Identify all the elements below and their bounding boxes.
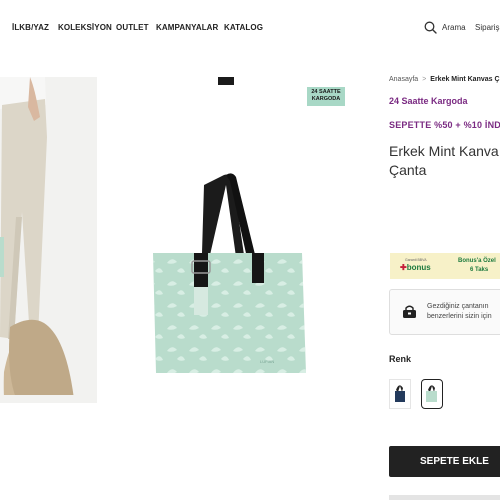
nav-item-outlet[interactable]: OUTLET bbox=[116, 23, 149, 32]
mint-bag-thumbnail bbox=[426, 385, 437, 402]
shopping-bag-icon bbox=[403, 305, 416, 318]
color-label: Renk bbox=[389, 354, 412, 364]
info-line-1: Gezdiğiniz çantanın bbox=[427, 303, 489, 310]
similar-products-text: Gezdiğiniz çantanın benzerlerini sizin i… bbox=[427, 302, 492, 322]
nav-item-campaigns[interactable]: KAMPANYALAR bbox=[156, 23, 218, 32]
bonus-bank-label: Garanti BBVA bbox=[405, 258, 427, 262]
product-title-line-2: Çanta bbox=[389, 162, 427, 178]
nav-item-catalog[interactable]: KATALOG bbox=[224, 23, 263, 32]
bonus-promo-banner[interactable]: Garanti BBVA ✚bonus Bonus'a Özel 6 Taks bbox=[390, 253, 500, 279]
shipping-note: 24 Saatte Kargoda bbox=[389, 96, 468, 106]
breadcrumb-home[interactable]: Anasayfa bbox=[389, 76, 418, 83]
search-button[interactable]: Arama bbox=[424, 20, 466, 34]
shipping-badge: 24 SAATTE KARGODA bbox=[307, 87, 345, 106]
search-label: Arama bbox=[442, 22, 466, 32]
add-to-cart-button[interactable]: SEPETE EKLE bbox=[389, 446, 500, 477]
promo-text-line-2: 6 Taks bbox=[470, 267, 489, 273]
color-swatch-mint[interactable] bbox=[421, 379, 443, 409]
badge-line-2: KARGODA bbox=[311, 96, 341, 102]
bonus-logo-text: bonus bbox=[406, 263, 431, 272]
badge-line-1: 24 SAATTE bbox=[311, 89, 341, 95]
color-swatch-navy[interactable] bbox=[389, 379, 411, 409]
breadcrumb: Anasayfa > Erkek Mint Kanvas Ç bbox=[389, 76, 500, 83]
promo-text-line-1: Bonus'a Özel bbox=[458, 258, 496, 264]
discount-note: SEPETTE %50 + %10 İND bbox=[389, 120, 500, 130]
info-line-2: benzerlerini sizin için bbox=[427, 313, 492, 320]
search-icon bbox=[424, 21, 437, 34]
breadcrumb-current: Erkek Mint Kanvas Ç bbox=[430, 76, 500, 83]
navy-bag-thumbnail bbox=[395, 385, 405, 402]
top-navigation: İLKB/YAZ KOLEKSİYON OUTLET KAMPANYALAR K… bbox=[0, 0, 500, 54]
bonus-logo: ✚bonus bbox=[400, 263, 431, 272]
breadcrumb-separator: > bbox=[422, 76, 427, 83]
product-main-image[interactable]: LUFIAN bbox=[120, 77, 365, 403]
product-title: Erkek Mint Kanva Çanta bbox=[389, 142, 500, 180]
orders-link[interactable]: Siparişl bbox=[475, 23, 500, 32]
bag-logo-text: LUFIAN bbox=[260, 359, 274, 364]
tote-bag-image: LUFIAN bbox=[153, 77, 306, 373]
product-title-line-1: Erkek Mint Kanva bbox=[389, 143, 499, 159]
product-gallery-model-photo[interactable] bbox=[0, 77, 97, 403]
secondary-button-edge[interactable] bbox=[389, 495, 500, 500]
similar-products-box[interactable]: Gezdiğiniz çantanın benzerlerini sizin i… bbox=[389, 289, 500, 335]
nav-item-spring-summer[interactable]: İLKB/YAZ bbox=[12, 23, 49, 32]
model-figure bbox=[0, 77, 97, 403]
nav-item-collection[interactable]: KOLEKSİYON bbox=[58, 23, 112, 32]
